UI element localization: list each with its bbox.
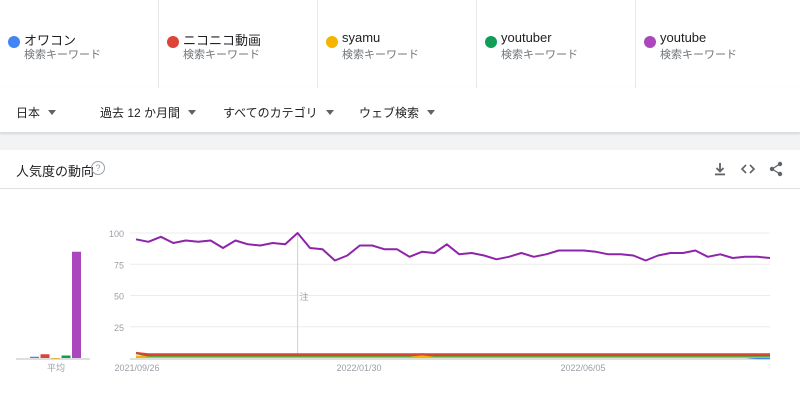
term-subtitle: 検索キーワード <box>342 49 419 61</box>
term-card-1[interactable]: ニコニコ動画 検索キーワード <box>159 0 318 88</box>
term-subtitle: 検索キーワード <box>24 49 101 61</box>
term-subtitle: 検索キーワード <box>501 49 578 61</box>
annotation-label: 注 <box>300 291 309 302</box>
interest-over-time-card: 人気度の動向 ? 100 75 50 25 2021/09/26 2022/01/30 20… <box>0 150 800 416</box>
region-label: 日本 <box>16 106 41 120</box>
card-header: 人気度の動向 ? <box>0 150 800 189</box>
help-icon[interactable]: ? <box>91 161 105 175</box>
term-color-dot-icon <box>485 36 497 48</box>
filter-bar: 日本 過去 12 か月間 すべてのカテゴリ ウェブ検索 <box>0 88 800 133</box>
search-terms-bar: オワコン 検索キーワード ニコニコ動画 検索キーワード syamu 検索キーワー… <box>0 0 800 89</box>
category-label: すべてのカテゴリ <box>223 106 318 120</box>
search-type-label: ウェブ検索 <box>359 106 420 120</box>
term-subtitle: 検索キーワード <box>660 49 737 61</box>
download-icon[interactable] <box>711 160 729 178</box>
embed-icon[interactable] <box>739 160 757 178</box>
term-card-3[interactable]: youtuber 検索キーワード <box>477 0 636 88</box>
x-tick-label: 2022/01/30 <box>336 363 381 373</box>
x-tick-label: 2021/09/26 <box>114 363 159 373</box>
term-name: youtube <box>660 30 707 45</box>
card-title: 人気度の動向 <box>16 164 95 179</box>
series-line-youtube <box>135 232 771 262</box>
y-tick-label: 25 <box>114 323 124 333</box>
average-bar-youtube <box>72 251 81 358</box>
region-dropdown[interactable]: 日本 <box>16 104 57 121</box>
term-color-dot-icon <box>644 36 656 48</box>
interest-chart[interactable]: 100 75 50 25 2021/09/26 2022/01/30 2022/06/05 注… <box>0 188 800 416</box>
term-color-dot-icon <box>8 36 20 48</box>
caret-down-icon <box>188 110 197 115</box>
term-color-dot-icon <box>326 36 338 48</box>
average-bar-ニコニコ動画 <box>40 354 50 358</box>
term-name: youtuber <box>501 30 552 45</box>
caret-down-icon <box>48 110 57 115</box>
average-bar-オワコン <box>30 356 39 358</box>
average-bar-syamu <box>51 358 60 359</box>
period-dropdown[interactable]: 過去 12 か月間 <box>100 104 197 121</box>
term-card-2[interactable]: syamu 検索キーワード <box>318 0 477 88</box>
average-label: 平均 <box>47 362 65 373</box>
y-tick-label: 75 <box>114 260 124 270</box>
search-type-dropdown[interactable]: ウェブ検索 <box>359 104 436 121</box>
x-tick-label: 2022/06/05 <box>560 363 605 373</box>
term-card-4[interactable]: youtube 検索キーワード <box>636 0 800 88</box>
category-dropdown[interactable]: すべてのカテゴリ <box>223 104 334 121</box>
caret-down-icon <box>325 110 334 115</box>
term-subtitle: 検索キーワード <box>183 49 260 61</box>
caret-down-icon <box>427 110 436 115</box>
term-color-dot-icon <box>167 36 179 48</box>
average-bar-youtuber <box>61 355 71 358</box>
share-icon[interactable] <box>767 160 785 178</box>
period-label: 過去 12 か月間 <box>100 106 181 120</box>
series-line-ニコニコ動画 <box>135 351 770 356</box>
term-name: syamu <box>342 30 381 45</box>
term-card-0[interactable]: オワコン 検索キーワード <box>0 0 159 88</box>
y-tick-label: 100 <box>109 229 124 239</box>
y-tick-label: 50 <box>114 292 124 302</box>
